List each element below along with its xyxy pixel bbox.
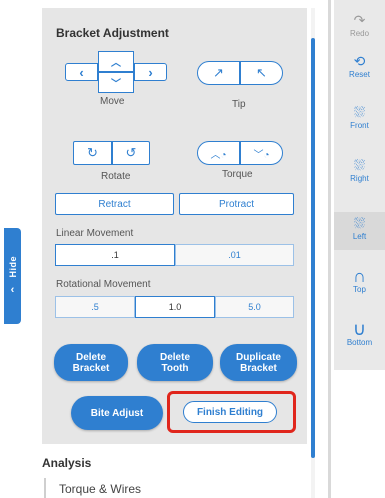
torque-down-button[interactable]: ﹀◔ <box>240 141 283 165</box>
reset-label: Reset <box>349 70 370 79</box>
teeth-left-icon: ⛆ <box>353 215 366 231</box>
reset-icon: ⟲ <box>353 53 366 69</box>
tip-control: ↗ ↖ <box>197 61 283 85</box>
redo-icon: ↷ <box>353 12 366 28</box>
finish-editing-button[interactable]: Finish Editing <box>183 401 277 423</box>
chevron-up-icon: ︿ <box>111 58 121 69</box>
redo-button[interactable]: ↷ Redo <box>334 12 385 42</box>
hide-panel-tab[interactable]: Hide ‹ <box>4 228 21 324</box>
rotate-ccw-icon: ↺ <box>125 145 137 160</box>
move-right-button[interactable]: › <box>134 63 167 81</box>
view-bottom-button[interactable]: ∪ Bottom <box>334 319 385 359</box>
torque-label: Torque <box>222 169 253 180</box>
rotate-cw-icon: ↗ <box>213 65 224 80</box>
view-right-button[interactable]: ⛆ Right <box>334 157 385 191</box>
linear-option-point-one[interactable]: .1 <box>55 244 175 266</box>
delete-bracket-button[interactable]: Delete Bracket <box>54 344 128 381</box>
view-left-button[interactable]: ⛆ Left <box>334 212 385 250</box>
chevron-right-icon: › <box>148 64 153 80</box>
analysis-item-rule <box>44 478 46 498</box>
rotational-option-point-five[interactable]: .5 <box>55 296 135 318</box>
view-top-button[interactable]: ∩ Top <box>334 266 385 304</box>
rotate-clockwise-button[interactable]: ↻ <box>73 141 112 165</box>
teeth-front-icon: ⛆ <box>353 104 366 120</box>
retract-button[interactable]: Retract <box>55 193 174 215</box>
scrollbar-thumb[interactable] <box>311 38 315 458</box>
torque-up-icon: ︿◔ <box>210 149 227 161</box>
chevron-left-icon: ‹ <box>79 64 84 80</box>
left-label: Left <box>352 232 367 241</box>
rotational-option-one[interactable]: 1.0 <box>135 296 215 318</box>
protract-button[interactable]: Protract <box>179 193 294 215</box>
linear-option-point-zero-one[interactable]: .01 <box>175 244 294 266</box>
move-label: Move <box>100 96 125 107</box>
rotational-option-five[interactable]: 5.0 <box>215 296 294 318</box>
move-down-button[interactable]: ﹀ <box>98 72 134 93</box>
top-label: Top <box>353 285 366 294</box>
rotate-control: ↻ ↺ <box>73 141 150 165</box>
chevron-left-icon: ‹ <box>10 283 15 296</box>
duplicate-bracket-button[interactable]: Duplicate Bracket <box>220 344 297 381</box>
arch-bottom-icon: ∪ <box>352 319 367 339</box>
rotate-counterclockwise-button[interactable]: ↺ <box>112 141 150 165</box>
torque-control: ︿◔ ﹀◔ <box>197 141 283 165</box>
rotate-ccw-icon: ↖ <box>256 65 267 80</box>
bracket-adjustment-title: Bracket Adjustment <box>56 26 169 40</box>
view-front-button[interactable]: ⛆ Front <box>334 104 385 138</box>
reset-button[interactable]: ⟲ Reset <box>334 53 385 83</box>
move-left-button[interactable]: ‹ <box>65 63 98 81</box>
move-up-button[interactable]: ︿ <box>98 51 134 72</box>
redo-label: Redo <box>349 29 370 38</box>
tip-clockwise-button[interactable]: ↗ <box>197 61 240 85</box>
front-label: Front <box>350 121 369 130</box>
torque-up-button[interactable]: ︿◔ <box>197 141 240 165</box>
teeth-right-icon: ⛆ <box>353 157 366 173</box>
rotate-cw-icon: ↻ <box>87 145 98 160</box>
rotate-label: Rotate <box>101 171 131 182</box>
analysis-title: Analysis <box>42 456 92 470</box>
arch-top-icon: ∩ <box>353 266 366 286</box>
delete-tooth-button[interactable]: Delete Tooth <box>137 344 213 381</box>
move-control: ‹ ︿ ﹀ › <box>65 51 167 93</box>
bite-adjust-button[interactable]: Bite Adjust <box>71 396 163 430</box>
torque-down-icon: ﹀◔ <box>253 149 270 161</box>
analysis-item-torque-wires[interactable]: Torque & Wires <box>59 482 141 496</box>
hide-label: Hide <box>7 256 18 278</box>
linear-movement-label: Linear Movement <box>56 228 134 239</box>
bottom-label: Bottom <box>346 338 373 347</box>
tip-label: Tip <box>232 99 246 110</box>
right-label: Right <box>350 174 369 183</box>
rotational-movement-label: Rotational Movement <box>56 279 151 290</box>
tip-counterclockwise-button[interactable]: ↖ <box>240 61 283 85</box>
chevron-down-icon: ﹀ <box>111 79 121 90</box>
